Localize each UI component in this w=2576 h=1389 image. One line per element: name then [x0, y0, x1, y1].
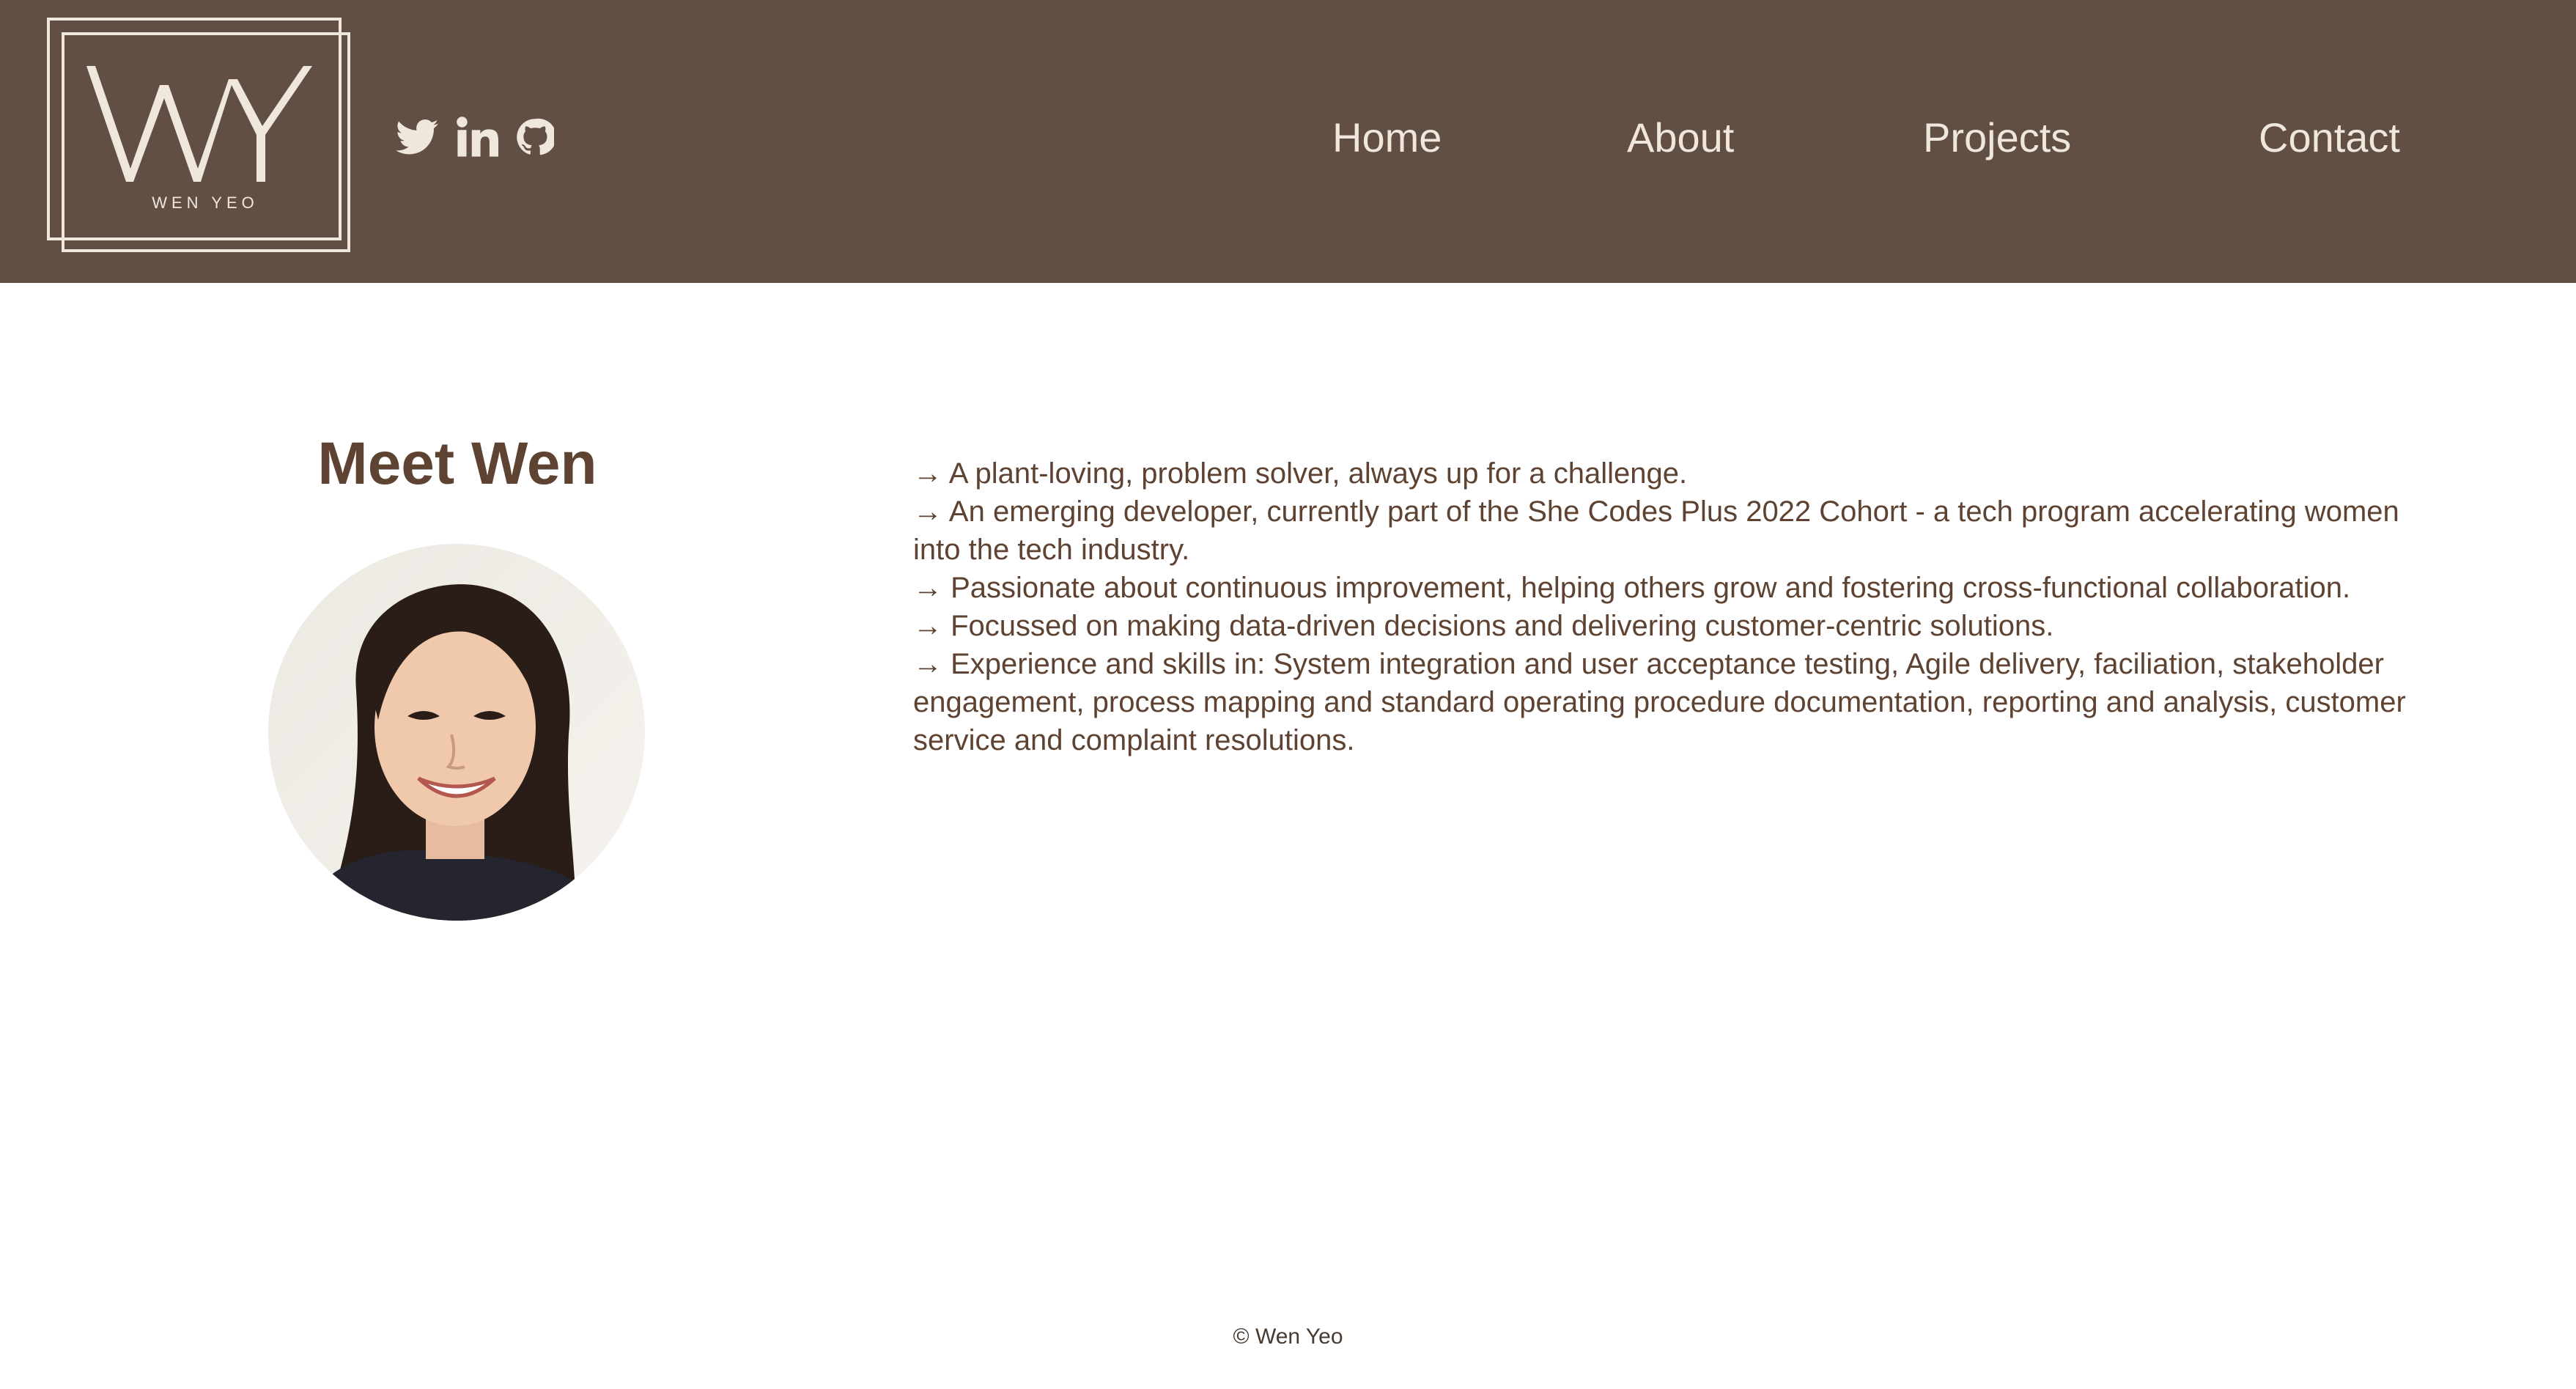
copyright-text: © Wen Yeo — [1233, 1324, 1343, 1349]
bio-line: → An emerging developer, currently part … — [913, 495, 2399, 566]
site-footer: © Wen Yeo — [0, 1322, 2576, 1352]
about-bio: → A plant-loving, problem solver, always… — [913, 454, 2408, 759]
nav-contact-link[interactable]: Contact — [2259, 108, 2400, 167]
bio-line: → Focussed on making data-driven decisio… — [913, 610, 2054, 642]
logo-text: WEN YEO — [152, 194, 259, 212]
bio-line: → Experience and skills in: System integ… — [913, 648, 2406, 756]
nav-home-link[interactable]: Home — [1332, 108, 1442, 167]
about-heading: Meet Wen — [317, 430, 597, 497]
nav-projects-link[interactable]: Projects — [1923, 108, 2071, 167]
main-nav: Home About Projects Contact — [0, 108, 2576, 167]
site-header: WEN YEO Home About Projects Contact — [0, 0, 2576, 283]
profile-photo — [268, 544, 645, 921]
nav-about-link[interactable]: About — [1627, 108, 1734, 167]
bio-line: → Passionate about continuous improvemen… — [913, 572, 2351, 604]
bio-line: → A plant-loving, problem solver, always… — [913, 457, 1688, 490]
